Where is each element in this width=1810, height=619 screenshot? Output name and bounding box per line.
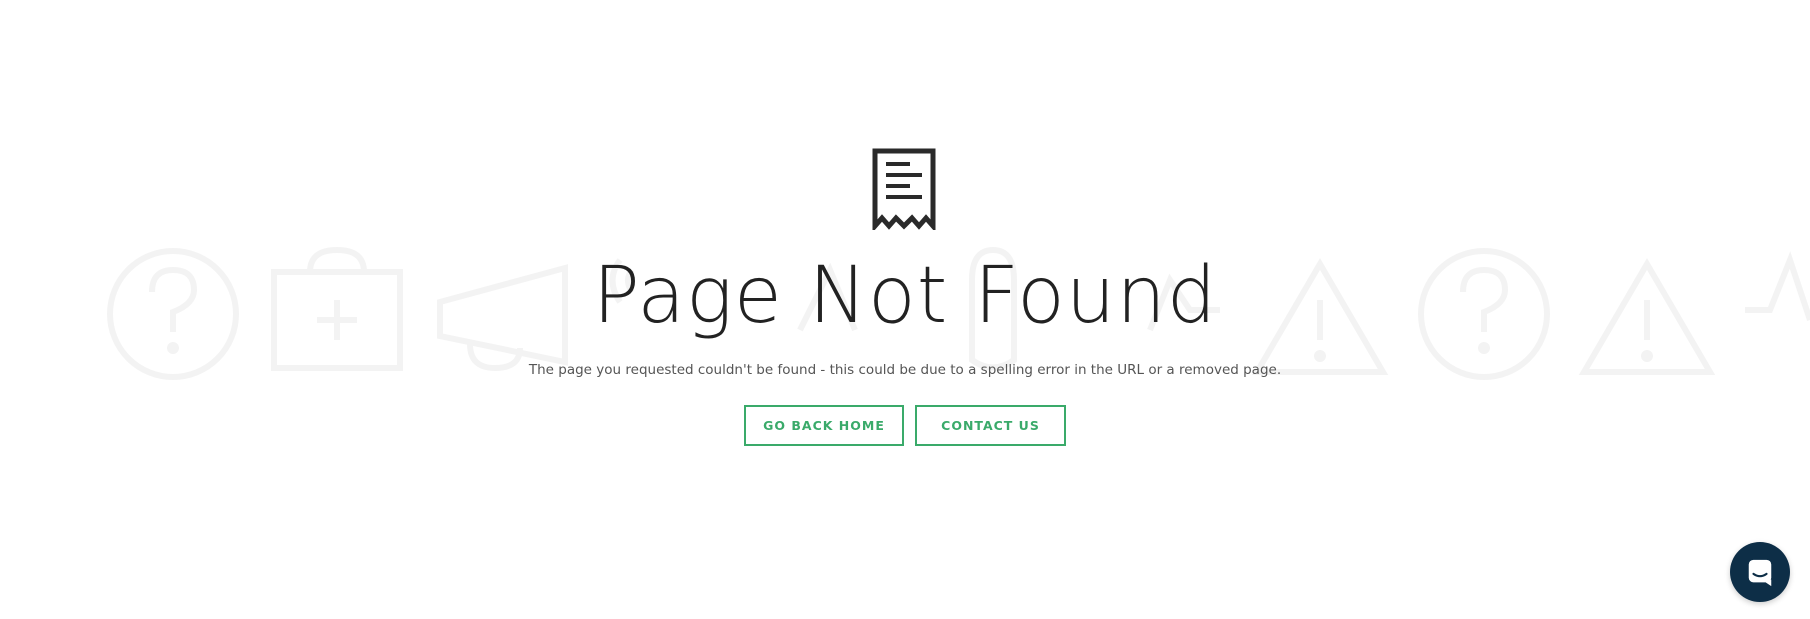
chat-launcher-icon [1748, 559, 1772, 587]
receipt-document-icon [872, 148, 936, 230]
go-back-home-button[interactable]: GO BACK HOME [744, 405, 904, 446]
contact-us-button[interactable]: CONTACT US [915, 405, 1066, 446]
page-title: Page Not Found [592, 251, 1218, 341]
error-description: The page you requested couldn't be found… [528, 362, 1282, 378]
chat-launcher-button[interactable] [1730, 542, 1790, 602]
error-page: Page Not Found The page you requested co… [0, 0, 1810, 619]
action-buttons: GO BACK HOME CONTACT US [0, 405, 1810, 446]
